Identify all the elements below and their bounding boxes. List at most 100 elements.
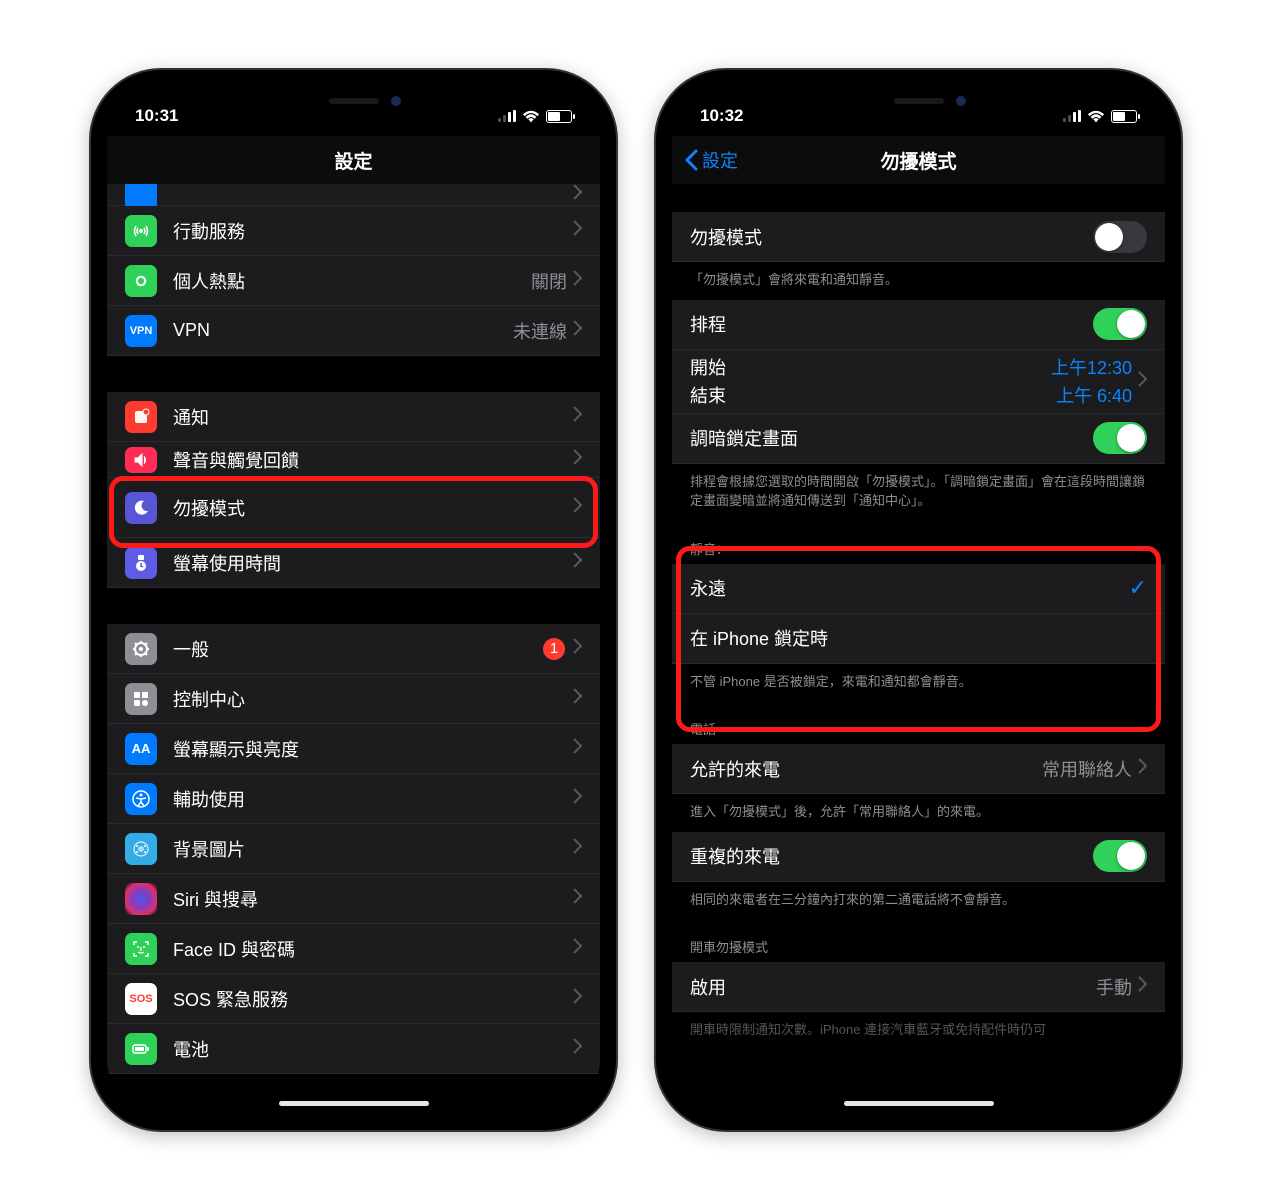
siri-icon [125,883,157,915]
driving-footer: 開車時限制通知次數。iPhone 連接汽車藍牙或免持配件時仍可 [672,1012,1165,1050]
row-label: 通知 [173,404,573,430]
row-label: SOS 緊急服務 [173,986,573,1012]
silence-footer: 不管 iPhone 是否被鎖定，來電和通知都會靜音。 [672,664,1165,702]
screentime-icon [125,547,157,579]
status-time: 10:32 [700,106,743,126]
row-label: 控制中心 [173,686,573,712]
row-label: 勿擾模式 [690,224,1093,250]
wifi-icon [1087,109,1105,123]
settings-list[interactable]: 行動服務 個人熱點 關閉 VPN VPN 未連線 通知 [107,184,600,1114]
wifi-icon [522,109,540,123]
chevron-icon [573,320,582,341]
row-general[interactable]: 一般 1 [107,624,600,674]
row-label: 排程 [690,311,1093,337]
battery-icon [546,110,572,123]
row-vpn[interactable]: VPN VPN 未連線 [107,306,600,356]
wallpaper-icon [125,833,157,865]
battery-icon [125,1033,157,1065]
row-label: 背景圖片 [173,836,573,862]
repeat-switch[interactable] [1093,840,1147,872]
row-dim-lock[interactable]: 調暗鎖定畫面 [672,414,1165,464]
row-sounds[interactable]: 聲音與觸覺回饋 [107,442,600,478]
row-display[interactable]: AA 螢幕顯示與亮度 [107,724,600,774]
chevron-icon [573,738,582,759]
chevron-icon [573,838,582,859]
row-control-center[interactable]: 控制中心 [107,674,600,724]
chevron-icon [573,638,582,659]
chevron-icon [573,938,582,959]
phone-left: 10:31 設定 行動服務 個人熱點 [91,70,616,1130]
schedule-switch[interactable] [1093,308,1147,340]
row-silence-locked[interactable]: 在 iPhone 鎖定時 [672,614,1165,664]
row-label: 電池 [173,1036,573,1062]
row-label: 一般 [173,636,543,662]
dnd-icon [125,492,157,524]
row-label: Siri 與搜尋 [173,886,573,912]
row-notifications[interactable]: 通知 [107,392,600,442]
row-dnd[interactable]: 勿擾模式 [107,478,600,538]
back-button[interactable]: 設定 [684,147,738,173]
row-hotspot[interactable]: 個人熱點 關閉 [107,256,600,306]
row-schedule-times[interactable]: 開始 結束 上午12:30 上午 6:40 [672,350,1165,414]
nav-title: 設定 [334,147,372,174]
chevron-icon [1138,976,1147,997]
row-detail: 常用聯絡人 [1042,756,1132,782]
row-cellular[interactable]: 行動服務 [107,206,600,256]
row-siri[interactable]: Siri 與搜尋 [107,874,600,924]
row-label: 重複的來電 [690,843,1093,869]
row-label: VPN [173,320,513,341]
row-driving-enable[interactable]: 啟用 手動 [672,962,1165,1012]
row-dnd-toggle[interactable]: 勿擾模式 [672,212,1165,262]
row-label: 調暗鎖定畫面 [690,425,1093,451]
cellular-signal-icon [1063,110,1081,122]
row-label: 聲音與觸覺回饋 [173,447,573,473]
row-schedule[interactable]: 排程 [672,300,1165,350]
dnd-footer: 「勿擾模式」會將來電和通知靜音。 [672,262,1165,300]
row-wallpaper[interactable]: 背景圖片 [107,824,600,874]
hotspot-icon [125,265,157,297]
chevron-icon [573,552,582,573]
row-faceid[interactable]: Face ID 與密碼 [107,924,600,974]
control-center-icon [125,683,157,715]
end-label: 結束 [690,382,1051,408]
notifications-icon [125,401,157,433]
row-allow-calls[interactable]: 允許的來電 常用聯絡人 [672,744,1165,794]
display-icon: AA [125,733,157,765]
row-accessibility[interactable]: 輔助使用 [107,774,600,824]
battery-icon [1111,110,1137,123]
status-icons [498,109,572,123]
driving-header: 開車勿擾模式 [672,919,1165,962]
chevron-icon [573,988,582,1009]
row-screentime[interactable]: 螢幕使用時間 [107,538,600,588]
cellular-icon [125,215,157,247]
cellular-signal-icon [498,110,516,122]
phone-header: 電話 [672,701,1165,744]
row-label: 永遠 [690,575,1129,601]
dnd-switch[interactable] [1093,221,1147,253]
sos-icon: SOS [125,983,157,1015]
status-time: 10:31 [135,106,178,126]
chevron-icon [573,688,582,709]
dim-switch[interactable] [1093,422,1147,454]
row-sos[interactable]: SOS SOS 緊急服務 [107,974,600,1024]
partial-row[interactable] [107,184,600,206]
allow-calls-footer: 進入「勿擾模式」後，允許「常用聯絡人」的來電。 [672,794,1165,832]
dnd-settings-list[interactable]: 勿擾模式 「勿擾模式」會將來電和通知靜音。 排程 開始 結束 上午12:30 上… [672,184,1165,1114]
row-label: Face ID 與密碼 [173,936,573,962]
phone-right: 10:32 設定 勿擾模式 勿擾模式 「勿擾模式」會將來電和通知靜音。 排程 [656,70,1181,1130]
nav-bar: 設定 勿擾模式 [672,136,1165,184]
checkmark-icon: ✓ [1129,575,1147,601]
row-battery[interactable]: 電池 [107,1024,600,1074]
chevron-icon [573,888,582,909]
sounds-icon [125,447,157,473]
row-repeat-calls[interactable]: 重複的來電 [672,832,1165,882]
chevron-icon [1138,758,1147,779]
accessibility-icon [125,783,157,815]
row-silence-always[interactable]: 永遠 ✓ [672,564,1165,614]
home-indicator [844,1101,994,1106]
chevron-icon [573,184,582,205]
chevron-icon [1138,371,1147,392]
row-label: 螢幕使用時間 [173,550,573,576]
nav-bar: 設定 [107,136,600,184]
row-detail: 關閉 [531,268,567,294]
